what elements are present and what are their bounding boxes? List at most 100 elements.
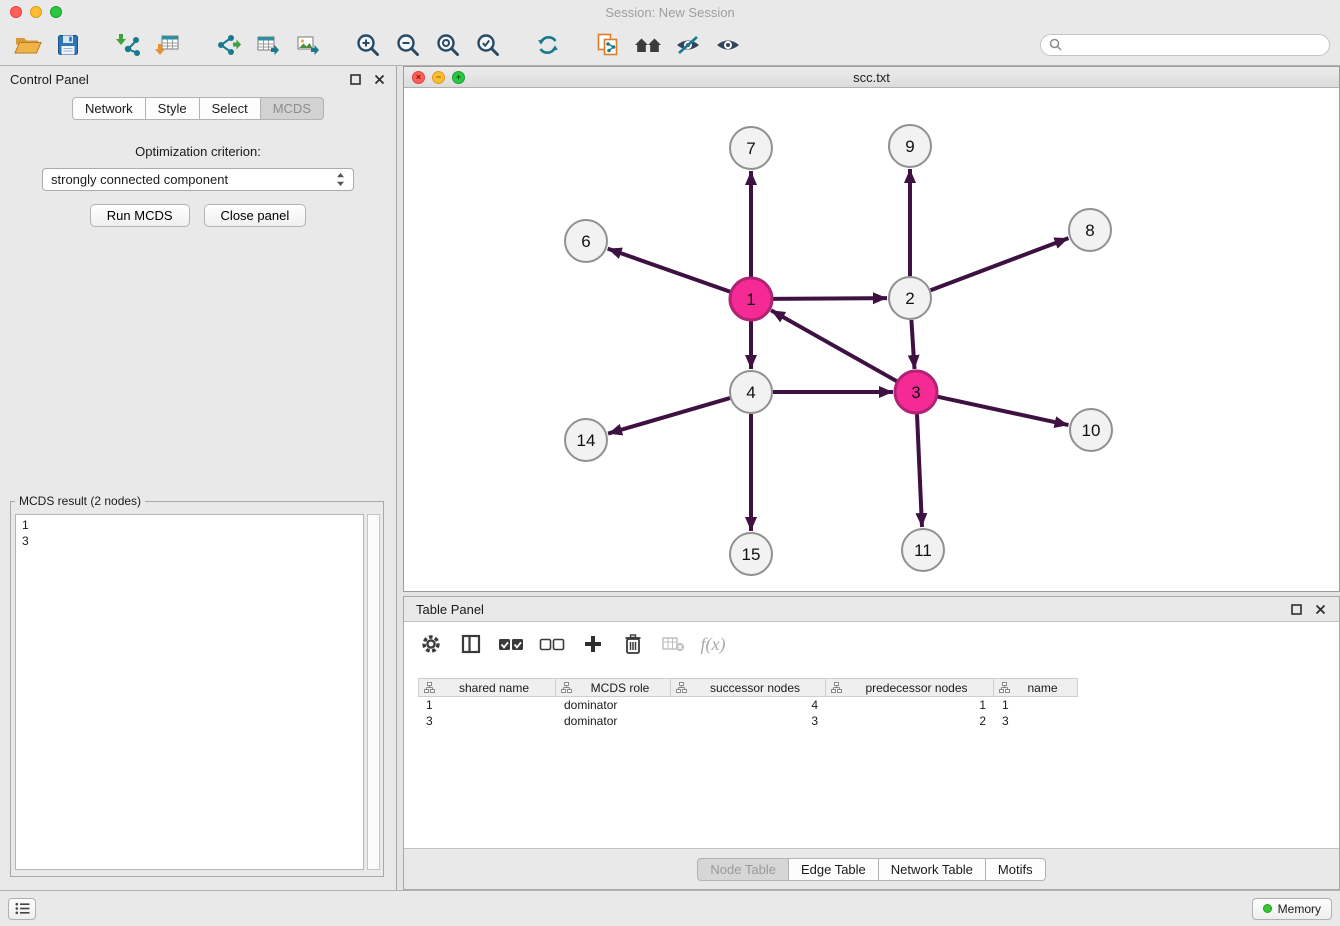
zoom-app-button[interactable]: [50, 6, 62, 18]
node-1[interactable]: 1: [730, 278, 772, 320]
select-all-button[interactable]: [498, 630, 525, 658]
task-history-button[interactable]: [8, 898, 36, 920]
table-toolbar: f(x): [404, 622, 1339, 666]
criterion-dropdown[interactable]: strongly connected component: [42, 168, 354, 191]
tab-style[interactable]: Style: [146, 97, 200, 120]
delete-table-button[interactable]: [660, 630, 686, 658]
export-image-button[interactable]: [290, 28, 326, 62]
deselect-all-button[interactable]: [539, 630, 566, 658]
tab-mcds[interactable]: MCDS: [261, 97, 324, 120]
close-panel-button[interactable]: Close panel: [204, 204, 307, 227]
svg-text:8: 8: [1085, 221, 1094, 240]
column-header-successor-nodes[interactable]: successor nodes: [671, 678, 826, 697]
sort-icon: [676, 682, 687, 693]
close-network-button[interactable]: ×: [412, 71, 425, 84]
column-header-predecessor-nodes[interactable]: predecessor nodes: [826, 678, 994, 697]
node-4[interactable]: 4: [730, 371, 772, 413]
tab-network[interactable]: Network: [72, 97, 146, 120]
close-app-button[interactable]: [10, 6, 22, 18]
maximize-network-button[interactable]: +: [452, 71, 465, 84]
result-item[interactable]: 1: [22, 517, 357, 533]
result-scrollbar[interactable]: [367, 514, 380, 870]
neighborhood-button[interactable]: [630, 28, 666, 62]
export-network-button[interactable]: [210, 28, 246, 62]
refresh-icon: [535, 32, 561, 58]
add-column-button[interactable]: [580, 630, 606, 658]
node-7[interactable]: 7: [730, 127, 772, 169]
export-table-icon: [255, 32, 281, 58]
cell-predecessor-nodes: 1: [826, 698, 994, 712]
table-settings-button[interactable]: [418, 630, 444, 658]
node-2[interactable]: 2: [889, 277, 931, 319]
network-canvas[interactable]: 7 9 6 8 1 2 4 3 14 10 15 11: [404, 88, 1339, 591]
edge-1-6[interactable]: [608, 249, 731, 292]
result-item[interactable]: 3: [22, 533, 357, 549]
export-table-button[interactable]: [250, 28, 286, 62]
import-table-button[interactable]: [150, 28, 186, 62]
show-columns-button[interactable]: [458, 630, 484, 658]
table-panel-body: f(x) shared nameMCDS rolesuccessor nodes…: [404, 621, 1339, 849]
save-session-button[interactable]: [50, 28, 86, 62]
import-network-button[interactable]: [110, 28, 146, 62]
tab-select[interactable]: Select: [200, 97, 261, 120]
hide-selected-button[interactable]: [670, 28, 706, 62]
zoom-out-button[interactable]: [390, 28, 426, 62]
function-builder-button[interactable]: f(x): [700, 630, 726, 658]
copy-view-button[interactable]: [590, 28, 626, 62]
search-input[interactable]: [1067, 38, 1321, 52]
optimization-criterion-label: Optimization criterion:: [0, 144, 396, 159]
column-header-mcds-role[interactable]: MCDS role: [556, 678, 671, 697]
delete-column-button[interactable]: [620, 630, 646, 658]
svg-text:15: 15: [742, 545, 761, 564]
close-table-panel-button[interactable]: [1313, 602, 1327, 616]
node-10[interactable]: 10: [1070, 409, 1112, 451]
edge-3-1[interactable]: [771, 310, 897, 381]
edge-2-3[interactable]: [911, 320, 914, 369]
node-14[interactable]: 14: [565, 419, 607, 461]
main-toolbar: [0, 24, 1340, 66]
memory-button[interactable]: Memory: [1252, 898, 1332, 920]
table-row[interactable]: 3dominator323: [418, 713, 1327, 729]
node-8[interactable]: 8: [1069, 209, 1111, 251]
minimize-network-button[interactable]: −: [432, 71, 445, 84]
tab-motifs[interactable]: Motifs: [986, 858, 1046, 881]
node-6[interactable]: 6: [565, 220, 607, 262]
minimize-app-button[interactable]: [30, 6, 42, 18]
zoom-out-icon: [395, 32, 421, 58]
float-panel-button[interactable]: [348, 72, 362, 86]
export-image-icon: [295, 32, 321, 58]
network-window-titlebar[interactable]: × − + scc.txt: [404, 67, 1339, 88]
svg-text:2: 2: [905, 289, 914, 308]
zoom-in-icon: [355, 32, 381, 58]
zoom-selected-button[interactable]: [470, 28, 506, 62]
edge-3-11[interactable]: [917, 414, 922, 527]
column-header-shared-name[interactable]: shared name: [418, 678, 556, 697]
zoom-in-button[interactable]: [350, 28, 386, 62]
column-header-name[interactable]: name: [994, 678, 1078, 697]
edge-4-14[interactable]: [608, 398, 730, 434]
edge-1-2[interactable]: [773, 298, 887, 299]
table-row[interactable]: 1dominator411: [418, 697, 1327, 713]
search-box[interactable]: [1040, 34, 1330, 56]
tab-node-table[interactable]: Node Table: [697, 858, 789, 881]
zoom-fit-button[interactable]: [430, 28, 466, 62]
refresh-button[interactable]: [530, 28, 566, 62]
edge-3-10[interactable]: [938, 397, 1069, 425]
checked-boxes-icon: [498, 634, 525, 654]
node-11[interactable]: 11: [902, 529, 944, 571]
show-all-button[interactable]: [710, 28, 746, 62]
node-3[interactable]: 3: [895, 371, 937, 413]
run-mcds-button[interactable]: Run MCDS: [90, 204, 190, 227]
open-session-button[interactable]: [10, 28, 46, 62]
tab-network-table[interactable]: Network Table: [879, 858, 986, 881]
tab-edge-table[interactable]: Edge Table: [789, 858, 879, 881]
control-panel: Control Panel NetworkStyleSelectMCDS Opt…: [0, 66, 397, 890]
close-control-panel-button[interactable]: [372, 72, 386, 86]
node-15[interactable]: 15: [730, 533, 772, 575]
node-9[interactable]: 9: [889, 125, 931, 167]
memory-status-icon: [1263, 904, 1272, 913]
edge-2-8[interactable]: [931, 238, 1069, 290]
sort-icon: [424, 682, 435, 693]
criterion-value: strongly connected component: [51, 172, 228, 187]
float-table-panel-button[interactable]: [1289, 602, 1303, 616]
